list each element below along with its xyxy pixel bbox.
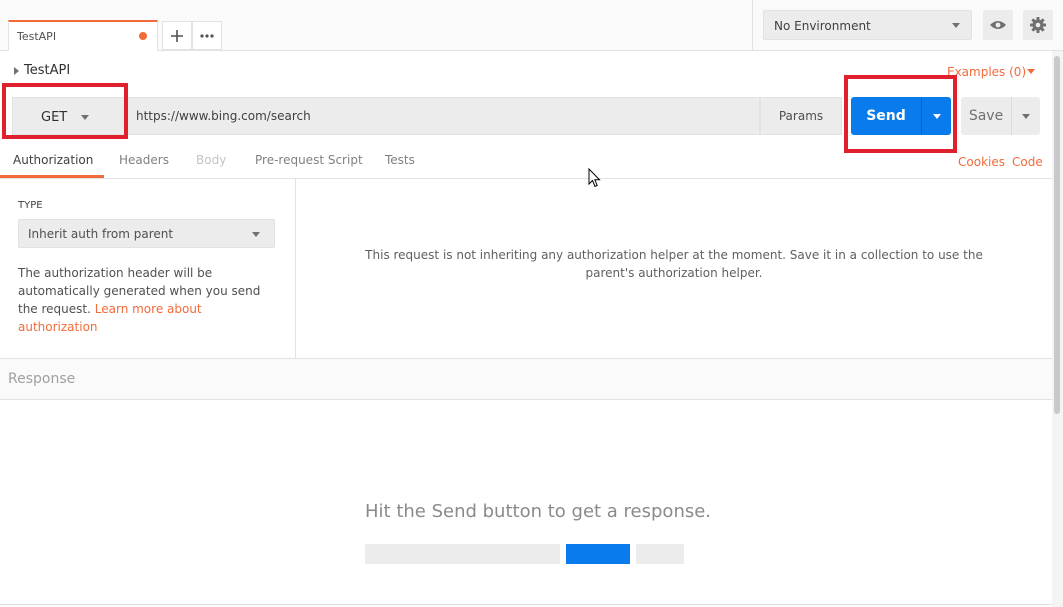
- url-input[interactable]: https://www.bing.com/search: [122, 97, 760, 135]
- mouse-cursor-icon: [588, 168, 601, 188]
- environment-quick-look-button[interactable]: [983, 10, 1013, 40]
- highlight-box-send: [844, 75, 957, 153]
- highlight-box-method: [2, 83, 128, 139]
- placeholder-bar: [636, 544, 684, 564]
- new-tab-button[interactable]: [162, 21, 192, 50]
- request-tab[interactable]: TestAPI: [8, 20, 158, 51]
- request-name[interactable]: TestAPI: [24, 63, 70, 78]
- auth-type-panel: TYPE Inherit auth from parent The author…: [0, 179, 296, 358]
- auth-type-select-label: Inherit auth from parent: [28, 227, 174, 241]
- divider: [752, 0, 753, 50]
- placeholder-bar: [365, 544, 560, 564]
- plus-icon: [171, 29, 183, 42]
- empty-response-message: Hit the Send button to get a response.: [365, 501, 712, 522]
- environment-select-label: No Environment: [774, 19, 871, 33]
- caret-right-icon[interactable]: [14, 67, 19, 75]
- save-button[interactable]: Save: [961, 97, 1011, 135]
- tab-body[interactable]: Body: [196, 153, 226, 167]
- unsaved-dot-icon: [139, 32, 147, 40]
- tab-authorization[interactable]: Authorization: [13, 153, 93, 167]
- params-button[interactable]: Params: [760, 97, 842, 135]
- cookies-link[interactable]: Cookies: [958, 155, 1005, 169]
- auth-message: This request is not inheriting any autho…: [365, 248, 983, 280]
- url-input-value: https://www.bing.com/search: [136, 109, 311, 123]
- code-link[interactable]: Code: [1012, 155, 1043, 169]
- response-heading: Response: [8, 371, 76, 387]
- tab-tests[interactable]: Tests: [385, 153, 415, 167]
- save-options-button[interactable]: [1011, 97, 1040, 135]
- chevron-down-icon: [1022, 113, 1030, 119]
- more-tabs-button[interactable]: [192, 21, 222, 50]
- environment-select[interactable]: No Environment: [763, 10, 972, 40]
- examples-dropdown[interactable]: Examples (0): [947, 65, 1026, 79]
- auth-type-select[interactable]: Inherit auth from parent: [18, 219, 275, 248]
- chevron-down-icon[interactable]: [1027, 69, 1035, 74]
- chevron-down-icon: [252, 232, 260, 237]
- scrollbar-thumb[interactable]: [1054, 56, 1060, 414]
- auth-type-heading: TYPE: [18, 200, 43, 211]
- ellipsis-icon: [200, 33, 214, 38]
- response-header: Response: [0, 358, 1052, 400]
- divider: [0, 604, 1052, 605]
- request-tab-label: TestAPI: [17, 30, 57, 43]
- placeholder-bar-accent: [566, 544, 630, 564]
- settings-button[interactable]: [1023, 10, 1053, 40]
- eye-icon: [990, 21, 1006, 29]
- top-bar: TestAPI No Environment: [0, 0, 1063, 51]
- gear-icon: [1030, 17, 1046, 33]
- auth-description: The authorization header will be automat…: [18, 264, 280, 336]
- tab-headers[interactable]: Headers: [119, 153, 169, 167]
- tab-pre-request-script[interactable]: Pre-request Script: [255, 153, 363, 167]
- chevron-down-icon: [952, 23, 960, 28]
